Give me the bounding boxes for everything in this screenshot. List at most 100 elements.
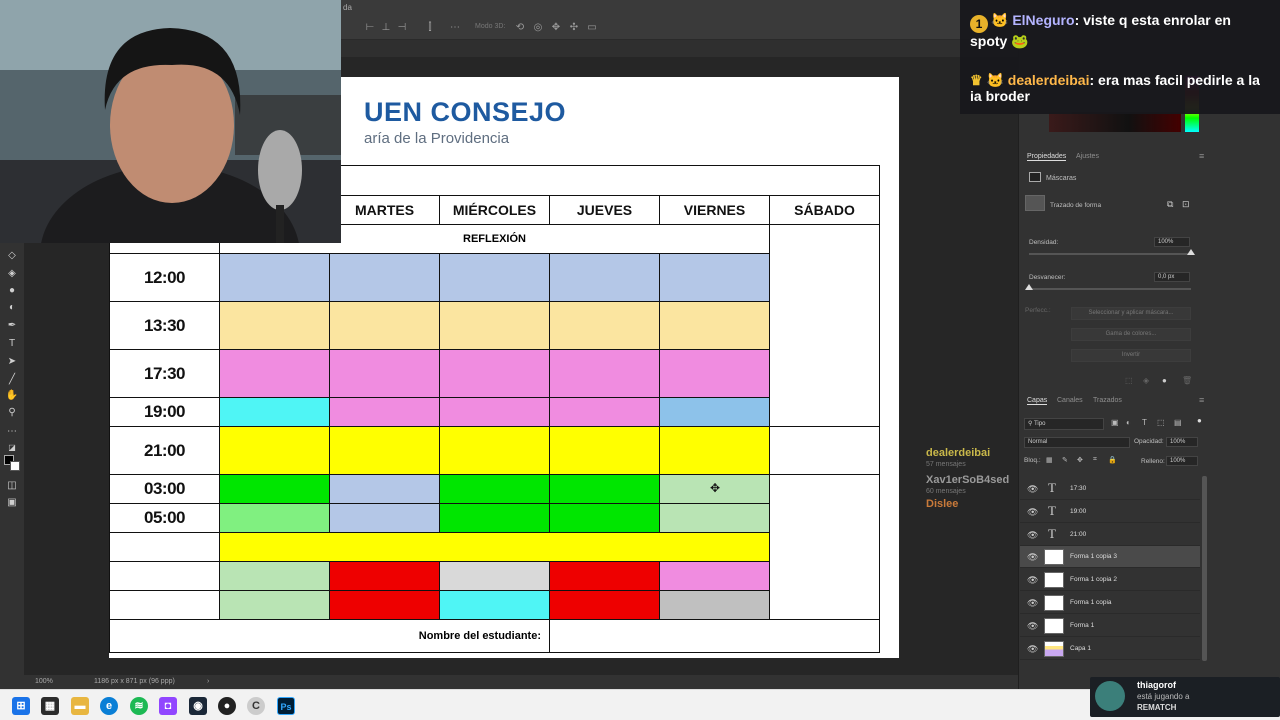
status-bar: 100% 1186 px x 871 px (96 ppp) ›	[0, 675, 1018, 689]
layer-visibility-icon[interactable]: 👁	[1027, 552, 1038, 563]
feather-slider-handle[interactable]	[1025, 284, 1033, 290]
layer-row[interactable]: 👁 T 17:30	[1020, 478, 1200, 500]
lock-pixels-icon[interactable]: ✎	[1062, 456, 1068, 464]
layer-row[interactable]: 👁 Forma 1 copia 2	[1020, 569, 1200, 592]
tab-adjustments[interactable]: Ajustes	[1076, 153, 1099, 160]
more-options-icon[interactable]: ⋯	[449, 22, 461, 34]
tab-properties[interactable]: Propiedades	[1027, 153, 1067, 161]
hand-icon[interactable]: ✋	[5, 389, 19, 403]
file-explorer-icon[interactable]: ▬	[71, 697, 89, 715]
lock-position-icon[interactable]: ✥	[1077, 456, 1083, 464]
layer-row[interactable]: 👁 T 21:00	[1020, 524, 1200, 546]
blend-mode-select[interactable]: Normal	[1024, 437, 1130, 448]
align-left-icon[interactable]: ⊢	[364, 22, 376, 34]
filter-toggle-icon[interactable]: ●	[1197, 416, 1202, 425]
invert-button[interactable]: Invertir	[1071, 349, 1191, 362]
status-arrow-icon[interactable]: ›	[207, 678, 209, 685]
select-mask-button[interactable]: Seleccionar y aplicar máscara...	[1071, 307, 1191, 320]
lock-transparency-icon[interactable]: ▦	[1046, 456, 1053, 464]
spotify-icon[interactable]: ≋	[130, 697, 148, 715]
zoom-icon[interactable]: ⚲	[5, 406, 19, 420]
color-range-button[interactable]: Gama de colores...	[1071, 328, 1191, 341]
twitch-icon[interactable]: ◘	[159, 697, 177, 715]
drag-3d-icon[interactable]: ✥	[550, 22, 562, 34]
schedule-cell	[659, 426, 770, 475]
more-tools-icon[interactable]: ⋯	[5, 425, 19, 439]
paint-bucket-icon[interactable]: ◈	[5, 267, 19, 281]
schedule-cell	[549, 301, 660, 350]
vector-mask-icon[interactable]: ⊡	[1182, 199, 1190, 210]
layer-visibility-icon[interactable]: 👁	[1027, 575, 1038, 586]
layer-visibility-icon[interactable]: 👁	[1027, 621, 1038, 632]
tab-layers[interactable]: Capas	[1027, 397, 1048, 405]
mask-icon	[1029, 172, 1041, 182]
filter-smart-icon[interactable]: ▤	[1174, 418, 1182, 427]
filter-adjust-icon[interactable]: ◐	[1126, 418, 1131, 427]
layer-row[interactable]: 👁 Forma 1 copia 3	[1020, 546, 1200, 569]
task-view-icon[interactable]: ▦	[41, 697, 59, 715]
align-center-icon[interactable]: ⊥	[380, 22, 392, 34]
student-name-field[interactable]	[548, 619, 881, 653]
dodge-icon[interactable]: ◐	[5, 301, 19, 315]
layer-visibility-icon[interactable]: 👁	[1027, 507, 1038, 518]
density-slider[interactable]	[1029, 253, 1191, 255]
feather-slider[interactable]	[1029, 288, 1191, 290]
distribute-icon[interactable]: ⫿	[424, 22, 436, 34]
lock-artboard-icon[interactable]: ⌗	[1093, 456, 1097, 464]
eraser-icon[interactable]: ◇	[5, 249, 19, 263]
layers-scrollbar[interactable]	[1202, 476, 1207, 661]
filter-shape-icon[interactable]: ⬚	[1157, 418, 1165, 427]
video-camera-icon[interactable]: ▭	[586, 22, 598, 34]
filter-pixel-icon[interactable]: ▣	[1111, 418, 1119, 427]
visibility-icon[interactable]: ●	[1162, 376, 1167, 385]
panel-menu-icon[interactable]: ≡	[1199, 151, 1204, 161]
layer-row[interactable]: 👁 Capa 1	[1020, 638, 1200, 660]
default-colors-icon[interactable]: ◪	[5, 441, 19, 455]
layer-row[interactable]: 👁 T 19:00	[1020, 501, 1200, 523]
filter-type-icon[interactable]: T	[1142, 418, 1147, 427]
layer-visibility-icon[interactable]: 👁	[1027, 598, 1038, 609]
type-tool-icon[interactable]: T	[5, 337, 19, 351]
apply-mask-icon[interactable]: ◈	[1143, 376, 1149, 385]
screen-mode-icon[interactable]: ▣	[5, 496, 19, 510]
color-picker[interactable]	[1049, 112, 1181, 132]
quick-mask-icon[interactable]: ◫	[5, 479, 19, 493]
tab-paths[interactable]: Trazados	[1093, 397, 1122, 404]
layer-row[interactable]: 👁 Forma 1 copia	[1020, 592, 1200, 614]
density-slider-handle[interactable]	[1187, 249, 1195, 255]
edge-browser-icon[interactable]: e	[100, 697, 118, 715]
photoshop-icon[interactable]: Ps	[277, 697, 295, 715]
load-selection-icon[interactable]: ⬚	[1125, 376, 1133, 385]
schedule-cell	[659, 301, 770, 350]
layer-visibility-icon[interactable]: 👁	[1027, 530, 1038, 541]
layers-menu-icon[interactable]: ≡	[1199, 395, 1204, 405]
schedule-cell	[439, 561, 550, 591]
layer-filter-select[interactable]: ⚲ Tipo	[1024, 418, 1104, 430]
line-tool-icon[interactable]: ╱	[5, 373, 19, 387]
obs-icon[interactable]: ●	[218, 697, 236, 715]
app-icon[interactable]: C	[247, 697, 265, 715]
slide-3d-icon[interactable]: ✣	[568, 22, 580, 34]
tab-channels[interactable]: Canales	[1057, 397, 1083, 404]
lock-all-icon[interactable]: 🔒	[1108, 456, 1117, 464]
layer-visibility-icon[interactable]: 👁	[1027, 644, 1038, 655]
opacity-value[interactable]: 100%	[1166, 437, 1198, 447]
roll-3d-icon[interactable]: ◎	[532, 22, 544, 34]
windows-start-icon[interactable]: ⊞	[12, 697, 30, 715]
path-selection-icon[interactable]: ➤	[5, 355, 19, 369]
fill-value[interactable]: 100%	[1166, 456, 1198, 466]
layer-visibility-icon[interactable]: 👁	[1027, 484, 1038, 495]
align-right-icon[interactable]: ⊣	[396, 22, 408, 34]
pen-icon[interactable]: ✒	[5, 319, 19, 333]
blur-icon[interactable]: ●	[5, 284, 19, 298]
zoom-level[interactable]: 100%	[35, 678, 53, 685]
background-color-swatch[interactable]	[10, 461, 20, 471]
steam-icon[interactable]: ◉	[189, 697, 207, 715]
add-mask-icon[interactable]: ⧉	[1167, 199, 1173, 210]
feather-value[interactable]: 0,0 px	[1154, 272, 1190, 282]
orbit-3d-icon[interactable]: ⟲	[514, 22, 526, 34]
layer-row[interactable]: 👁 Forma 1	[1020, 615, 1200, 637]
delete-mask-icon[interactable]: 🗑	[1182, 376, 1192, 385]
density-value[interactable]: 100%	[1154, 237, 1190, 247]
schedule-cell	[219, 397, 330, 427]
